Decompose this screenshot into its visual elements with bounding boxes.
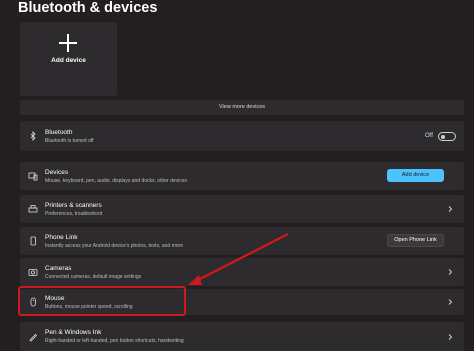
- chevron-right-icon: [446, 333, 454, 341]
- toggle-knob: [441, 134, 445, 139]
- row-subtitle: Bluetooth is turned off: [45, 138, 94, 144]
- devices-row[interactable]: Devices Mouse, keyboard, pen, audio, dis…: [20, 162, 464, 190]
- page-title: Bluetooth & devices: [18, 0, 158, 16]
- row-subtitle: Right-handed or left-handed, pen button …: [45, 338, 184, 344]
- row-title: Phone Link: [45, 234, 78, 241]
- add-device-tile[interactable]: Add device: [20, 22, 117, 96]
- phone-icon: [28, 236, 38, 246]
- devices-icon: [28, 171, 38, 181]
- bluetooth-icon: [28, 131, 38, 141]
- phone-link-row[interactable]: Phone Link Instantly access your Android…: [20, 227, 464, 255]
- pen-icon: [28, 332, 38, 342]
- printers-row[interactable]: Printers & scanners Preferences, trouble…: [20, 195, 464, 223]
- plus-icon: [59, 34, 77, 52]
- chevron-right-icon: [446, 268, 454, 276]
- toggle-state-label: Off: [425, 133, 433, 139]
- row-title: Bluetooth: [45, 129, 73, 136]
- row-subtitle: Instantly access your Android device's p…: [45, 243, 183, 249]
- cameras-row[interactable]: Cameras Connected cameras, default image…: [20, 258, 464, 286]
- add-device-label: Add device: [51, 57, 86, 64]
- row-title: Printers & scanners: [45, 202, 102, 209]
- row-subtitle: Connected cameras, default image setting…: [45, 274, 142, 280]
- chevron-right-icon: [446, 298, 454, 306]
- open-phone-link-button[interactable]: Open Phone Link: [387, 234, 444, 247]
- row-title: Cameras: [45, 265, 72, 272]
- annotation-highlight-box: [18, 286, 186, 316]
- add-device-button[interactable]: Add device: [387, 169, 444, 182]
- row-title: Devices: [45, 169, 69, 176]
- pen-row[interactable]: Pen & Windows Ink Right-handed or left-h…: [20, 322, 464, 351]
- camera-icon: [28, 267, 38, 277]
- bluetooth-toggle[interactable]: [438, 132, 456, 141]
- bluetooth-row: Bluetooth Bluetooth is turned off Off: [20, 121, 464, 151]
- chevron-right-icon: [446, 205, 454, 213]
- printer-icon: [28, 204, 38, 214]
- row-subtitle: Mouse, keyboard, pen, audio, displays an…: [45, 178, 188, 184]
- row-subtitle: Preferences, troubleshoot: [45, 211, 103, 217]
- row-title: Pen & Windows Ink: [45, 329, 102, 336]
- view-more-devices-button[interactable]: View more devices: [20, 100, 464, 115]
